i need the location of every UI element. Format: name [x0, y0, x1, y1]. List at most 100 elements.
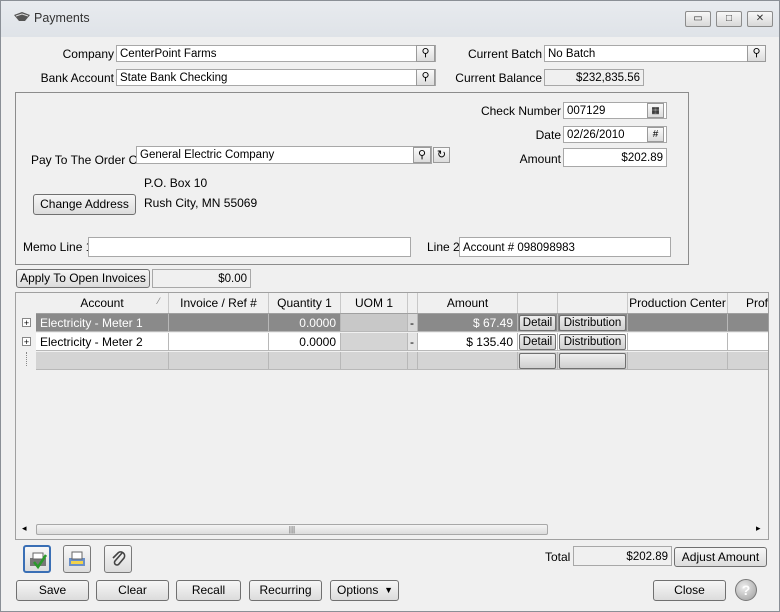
calculator-icon: ▦	[651, 105, 660, 115]
app-icon	[13, 10, 31, 27]
recall-button[interactable]: Recall	[176, 580, 241, 601]
adjust-amount-button[interactable]: Adjust Amount	[674, 547, 767, 567]
scroll-thumb[interactable]: |||	[36, 524, 548, 535]
recurring-button[interactable]: Recurring	[249, 580, 322, 601]
column-header-detail[interactable]	[518, 293, 558, 313]
apply-open-invoices-value: $0.00	[152, 269, 251, 288]
column-header-sign[interactable]	[408, 293, 418, 313]
detail-button[interactable]	[519, 353, 556, 369]
current-batch-field[interactable]: No Batch	[544, 45, 766, 62]
uom-cell[interactable]	[341, 333, 408, 351]
paperclip-icon	[109, 549, 129, 572]
options-label: Options	[337, 583, 379, 597]
save-button[interactable]: Save	[16, 580, 89, 601]
tree-line	[26, 352, 28, 366]
quantity-cell[interactable]	[269, 352, 341, 370]
amount-cell[interactable]: $ 135.40	[418, 333, 518, 351]
prof-cell[interactable]	[728, 352, 768, 370]
account-cell[interactable]: Electricity - Meter 1	[36, 314, 169, 332]
magnifier-icon: ⚲	[752, 47, 761, 59]
magnifier-icon: ⚲	[421, 47, 430, 59]
payee-goto-button[interactable]: ↻	[433, 147, 450, 163]
close-window-button[interactable]: ✕	[747, 11, 773, 27]
horizontal-scrollbar[interactable]: ◂ ||| ▸	[22, 522, 768, 537]
memo-line-2-label: Line 2	[427, 240, 460, 254]
date-label: Date	[535, 128, 561, 142]
new-row[interactable]	[36, 352, 768, 370]
print-preview-button[interactable]	[63, 545, 91, 573]
prof-cell[interactable]	[728, 314, 768, 332]
calendar-icon: #	[652, 129, 659, 140]
change-address-button[interactable]: Change Address	[33, 194, 136, 215]
column-header-uom[interactable]: UOM 1	[341, 293, 408, 313]
total-value: $202.89	[573, 546, 672, 566]
account-cell[interactable]: Electricity - Meter 2	[36, 333, 169, 351]
table-row[interactable]: Electricity - Meter 2 0.0000 - $ 135.40 …	[36, 333, 768, 351]
close-button[interactable]: Close	[653, 580, 726, 601]
window-title: Payments	[34, 11, 90, 25]
apply-open-invoices-button[interactable]: Apply To Open Invoices	[16, 269, 150, 288]
bank-account-lookup-button[interactable]: ⚲	[416, 69, 435, 86]
magnifier-icon: ⚲	[417, 149, 427, 161]
check-number-button[interactable]: ▦	[647, 103, 664, 118]
check-number-label: Check Number	[480, 104, 561, 118]
batch-lookup-button[interactable]: ⚲	[747, 45, 766, 62]
column-header-account[interactable]: Account	[36, 293, 169, 313]
prof-cell[interactable]	[728, 333, 768, 351]
maximize-button[interactable]: □	[716, 11, 742, 27]
distribution-grid[interactable]: Account ⁄ Invoice / Ref # Quantity 1 UOM…	[15, 292, 769, 540]
pay-to-field[interactable]: General Electric Company	[136, 146, 432, 164]
distribution-button[interactable]: Distribution	[559, 334, 626, 350]
invoice-cell[interactable]	[169, 314, 269, 332]
production-center-cell[interactable]	[628, 333, 728, 351]
distribution-button[interactable]: Distribution	[559, 315, 626, 331]
help-icon: ?	[741, 582, 751, 598]
company-field[interactable]: CenterPoint Farms	[116, 45, 436, 62]
uom-cell[interactable]	[341, 352, 408, 370]
invoice-cell[interactable]	[169, 352, 269, 370]
address-line-2: Rush City, MN 55069	[144, 196, 258, 210]
column-header-quantity[interactable]: Quantity 1	[269, 293, 341, 313]
scroll-left-icon[interactable]: ◂	[22, 523, 27, 534]
minimize-button[interactable]: ▭	[685, 11, 711, 27]
expand-row-2-icon[interactable]: +	[22, 337, 31, 347]
amount-cell[interactable]: $ 67.49	[418, 314, 518, 332]
production-center-cell[interactable]	[628, 352, 728, 370]
memo-line-2-field[interactable]: Account # 098098983	[459, 237, 671, 257]
table-row[interactable]: Electricity - Meter 1 0.0000 - $ 67.49 D…	[36, 314, 768, 332]
detail-button[interactable]: Detail	[519, 315, 556, 331]
production-center-cell[interactable]	[628, 314, 728, 332]
column-header-invoice[interactable]: Invoice / Ref #	[169, 293, 269, 313]
help-button[interactable]: ?	[735, 579, 757, 601]
scroll-right-icon[interactable]: ▸	[756, 523, 761, 534]
options-button[interactable]: Options ▼	[330, 580, 399, 601]
account-cell[interactable]	[36, 352, 169, 370]
distribution-button[interactable]	[559, 353, 626, 369]
bank-account-field[interactable]: State Bank Checking	[116, 69, 436, 86]
column-header-prof[interactable]: Prof	[728, 293, 768, 313]
amount-field[interactable]: $202.89	[563, 148, 667, 167]
printer-check-icon	[28, 550, 48, 573]
sign-cell	[408, 352, 418, 370]
quantity-cell[interactable]: 0.0000	[269, 314, 341, 332]
column-header-distribution[interactable]	[558, 293, 628, 313]
amount-cell[interactable]	[418, 352, 518, 370]
column-header-amount[interactable]: Amount	[418, 293, 518, 313]
memo-line-1-field[interactable]	[88, 237, 411, 257]
current-balance-value: $232,835.56	[544, 69, 644, 86]
expand-row-1-icon[interactable]: +	[22, 318, 31, 328]
print-check-button[interactable]	[23, 545, 51, 573]
company-lookup-button[interactable]: ⚲	[416, 45, 435, 62]
uom-cell[interactable]	[341, 314, 408, 332]
title-bar[interactable]: Payments ▭ □ ✕	[1, 1, 779, 37]
clear-button[interactable]: Clear	[96, 580, 169, 601]
pay-to-label: Pay To The Order Of	[31, 153, 142, 167]
arrow-redo-icon: ↻	[436, 149, 447, 161]
date-picker-button[interactable]: #	[647, 127, 664, 142]
detail-button[interactable]: Detail	[519, 334, 556, 350]
attachment-button[interactable]	[104, 545, 132, 573]
column-header-production-center[interactable]: Production Center	[628, 293, 728, 313]
payee-lookup-button[interactable]: ⚲	[413, 147, 431, 163]
quantity-cell[interactable]: 0.0000	[269, 333, 341, 351]
invoice-cell[interactable]	[169, 333, 269, 351]
